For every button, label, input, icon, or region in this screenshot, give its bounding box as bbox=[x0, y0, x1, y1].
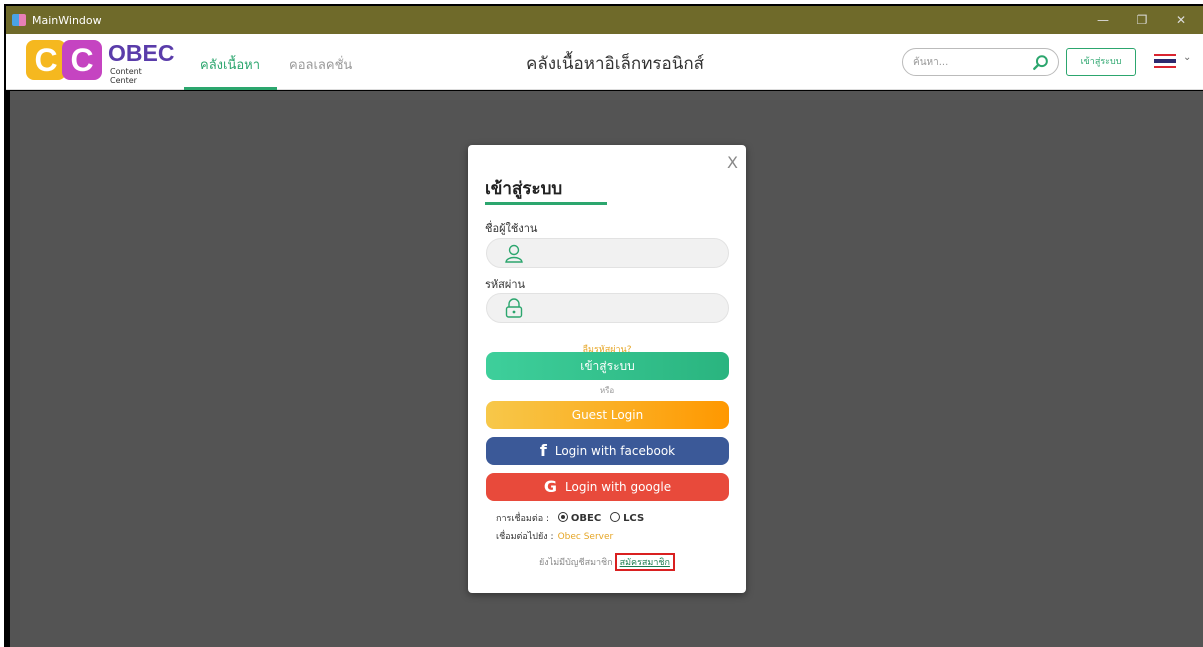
google-login-label: Login with google bbox=[565, 480, 672, 494]
connection-selector: การเชื่อมต่อ : OBEC LCS bbox=[496, 511, 644, 525]
connection-label: การเชื่อมต่อ : bbox=[496, 514, 550, 524]
no-account-text: ยังไม่มีบัญชีสมาชิก bbox=[539, 558, 613, 568]
heading-underline bbox=[485, 202, 607, 205]
username-label: ชื่อผู้ใช้งาน bbox=[485, 222, 538, 235]
guest-login-button[interactable]: Guest Login bbox=[486, 401, 729, 429]
minimize-button[interactable]: — bbox=[1091, 12, 1115, 28]
obec-logo[interactable]: C C OBEC Content Center bbox=[26, 40, 175, 85]
password-label: รหัสผ่าน bbox=[485, 278, 526, 291]
register-link[interactable]: สมัครสมาชิก bbox=[614, 553, 675, 571]
radio-obec-label[interactable]: OBEC bbox=[571, 513, 601, 524]
logo-word: OBEC bbox=[108, 40, 175, 66]
logo-letter-c1: C bbox=[26, 40, 66, 80]
window-title: MainWindow bbox=[32, 14, 102, 27]
page-title: คลังเนื้อหาอิเล็กทรอนิกส์ bbox=[526, 54, 705, 74]
or-divider: หรือ bbox=[599, 386, 615, 395]
tab-content-library[interactable]: คลังเนื้อหา bbox=[200, 54, 260, 75]
title-bar: MainWindow — ❐ ✕ bbox=[6, 6, 1203, 34]
login-dialog: X เข้าสู่ระบบ ชื่อผู้ใช้งาน รหัสผ่าน ลืม… bbox=[468, 145, 746, 593]
tab-collection[interactable]: คอลเลคชั่น bbox=[289, 54, 352, 75]
facebook-login-button[interactable]: f Login with facebook bbox=[486, 437, 729, 465]
active-tab-indicator bbox=[184, 87, 277, 90]
google-login-button[interactable]: G Login with google bbox=[486, 473, 729, 501]
search-icon[interactable] bbox=[1032, 54, 1050, 72]
app-icon bbox=[12, 14, 26, 26]
radio-lcs-label[interactable]: LCS bbox=[623, 513, 644, 524]
register-row: ยังไม่มีบัญชีสมาชิก สมัครสมาชิก bbox=[468, 553, 746, 571]
maximize-button[interactable]: ❐ bbox=[1130, 12, 1154, 28]
user-icon bbox=[505, 244, 523, 263]
password-field bbox=[486, 293, 729, 323]
logo-subtitle: Content Center bbox=[110, 67, 142, 85]
login-button[interactable]: เข้าสู่ระบบ bbox=[486, 352, 729, 380]
username-field bbox=[486, 238, 729, 268]
logo-letter-c2: C bbox=[62, 40, 102, 80]
header-login-button[interactable]: เข้าสู่ระบบ bbox=[1066, 48, 1136, 76]
login-heading: เข้าสู่ระบบ bbox=[485, 179, 563, 199]
radio-lcs[interactable] bbox=[610, 512, 621, 522]
server-value[interactable]: Obec Server bbox=[558, 532, 614, 542]
radio-obec[interactable] bbox=[557, 512, 568, 522]
lock-icon bbox=[505, 298, 523, 318]
facebook-icon: f bbox=[539, 441, 547, 460]
close-window-button[interactable]: ✕ bbox=[1169, 12, 1193, 28]
close-icon[interactable]: X bbox=[727, 153, 738, 172]
password-input[interactable] bbox=[527, 300, 717, 318]
google-icon: G bbox=[543, 477, 558, 496]
server-label: เชื่อมต่อไปยัง : bbox=[496, 532, 554, 542]
search-box bbox=[902, 48, 1059, 76]
server-info: เชื่อมต่อไปยัง : Obec Server bbox=[496, 529, 613, 543]
username-input[interactable] bbox=[527, 245, 717, 263]
facebook-login-label: Login with facebook bbox=[554, 444, 676, 458]
thailand-flag-icon[interactable] bbox=[1154, 54, 1176, 68]
app-header: C C OBEC Content Center คลังเนื้อหา คอลเ… bbox=[6, 34, 1203, 90]
chevron-down-icon[interactable]: ⌄ bbox=[1183, 52, 1191, 63]
search-input[interactable] bbox=[913, 54, 1023, 70]
